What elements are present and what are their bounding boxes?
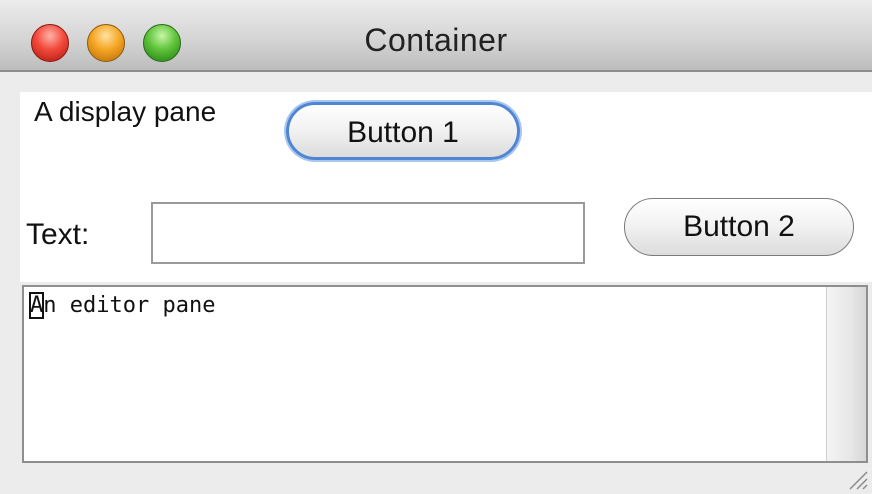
title-bar[interactable]: Container [0,0,872,72]
editor-text: n editor pane [43,293,216,318]
text-caret: A [28,292,45,319]
editor-content[interactable]: An editor pane [28,292,216,319]
resize-grip-icon[interactable] [846,468,868,490]
display-pane-label: A display pane [34,96,217,127]
text-input[interactable] [151,202,585,264]
vertical-scrollbar[interactable] [826,287,866,461]
editor-pane[interactable]: An editor pane [22,285,868,463]
button-1[interactable]: Button 1 [286,102,520,160]
text-field-label: Text: [26,218,90,251]
container-window: Container A display pane Button 1 Text: … [0,0,872,494]
window-title: Container [364,22,508,58]
button-2[interactable]: Button 2 [624,198,854,256]
